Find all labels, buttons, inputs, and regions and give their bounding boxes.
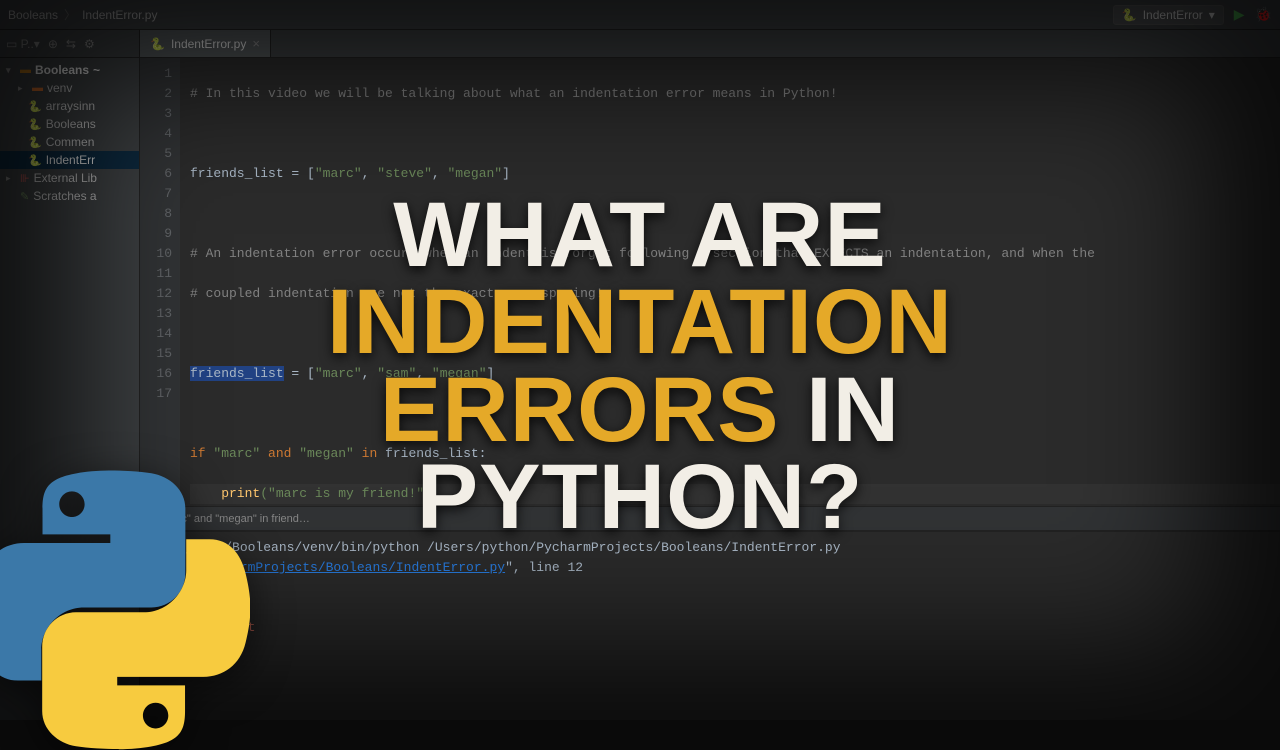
- collapse-icon[interactable]: ⇆: [66, 37, 76, 51]
- editor-tab[interactable]: 🐍 IndentError.py ×: [140, 30, 271, 57]
- tree-file[interactable]: 🐍arraysinn: [0, 97, 139, 115]
- tree-file[interactable]: 🐍Commen: [0, 133, 139, 151]
- console-line: mProjects/Booleans/venv/bin/python /User…: [154, 538, 1266, 558]
- breadcrumb-file[interactable]: IndentError.py: [82, 8, 157, 22]
- python-icon: 🐍: [1122, 8, 1137, 22]
- run-config-selector[interactable]: 🐍 IndentError ▾: [1113, 5, 1224, 25]
- close-icon[interactable]: ×: [252, 36, 260, 51]
- run-config-label: IndentError: [1143, 8, 1203, 22]
- toolbar-right: 🐍 IndentError ▾ ▶ 🐞: [1113, 5, 1272, 25]
- tree-scratches[interactable]: ✎Scratches a: [0, 187, 139, 205]
- editor-area: 🐍 IndentError.py × 1 2 3 4 5 6 7 8 9 10: [140, 30, 1280, 720]
- console-line: File "PycharmProjects/Booleans/IndentErr…: [154, 558, 1266, 578]
- tree-file[interactable]: 🐍Booleans: [0, 115, 139, 133]
- sidebar-header: ▭ P..▾ ⊕ ⇆ ⚙: [0, 30, 139, 58]
- console-exit: it code 1: [154, 658, 1266, 678]
- settings-icon[interactable]: ⚙: [84, 37, 95, 51]
- tab-label: IndentError.py: [171, 37, 246, 51]
- project-dropdown[interactable]: ▭ P..▾: [6, 37, 40, 51]
- top-toolbar: Booleans 〉 IndentError.py 🐍 IndentError …: [0, 0, 1280, 30]
- code-editor[interactable]: 1 2 3 4 5 6 7 8 9 10 11 12 13 14 15 16 1: [140, 58, 1280, 506]
- project-tree: ▾▬Booleans ~ ▸▬venv 🐍arraysinn 🐍Booleans…: [0, 58, 139, 208]
- run-console[interactable]: mProjects/Booleans/venv/bin/python /User…: [140, 530, 1280, 720]
- python-logo-icon: [0, 470, 250, 750]
- tree-venv[interactable]: ▸▬venv: [0, 79, 139, 97]
- tree-file-selected[interactable]: 🐍IndentErr: [0, 151, 139, 169]
- console-line: [154, 598, 1266, 618]
- console-line: friend"): [154, 578, 1266, 598]
- tree-root[interactable]: ▾▬Booleans ~: [0, 61, 139, 79]
- run-icon[interactable]: ▶: [1234, 6, 1245, 23]
- debug-icon[interactable]: 🐞: [1255, 6, 1272, 23]
- console-line: [154, 638, 1266, 658]
- chevron-right-icon: 〉: [64, 6, 76, 23]
- line-gutter: 1 2 3 4 5 6 7 8 9 10 11 12 13 14 15 16 1: [140, 58, 180, 506]
- breadcrumb: Booleans 〉 IndentError.py: [8, 6, 157, 23]
- breadcrumb-project[interactable]: Booleans: [8, 8, 58, 22]
- python-icon: 🐍: [150, 37, 165, 51]
- chevron-down-icon: ▾: [1209, 8, 1215, 22]
- editor-breadcrumb: if "marc" and "megan" in friend…: [140, 506, 1280, 530]
- editor-tabs: 🐍 IndentError.py ×: [140, 30, 1280, 58]
- code-content[interactable]: # In this video we will be talking about…: [180, 58, 1280, 506]
- target-icon[interactable]: ⊕: [48, 37, 58, 51]
- tree-external-lib[interactable]: ▸⊪External Lib: [0, 169, 139, 187]
- console-error: pected indent: [154, 618, 1266, 638]
